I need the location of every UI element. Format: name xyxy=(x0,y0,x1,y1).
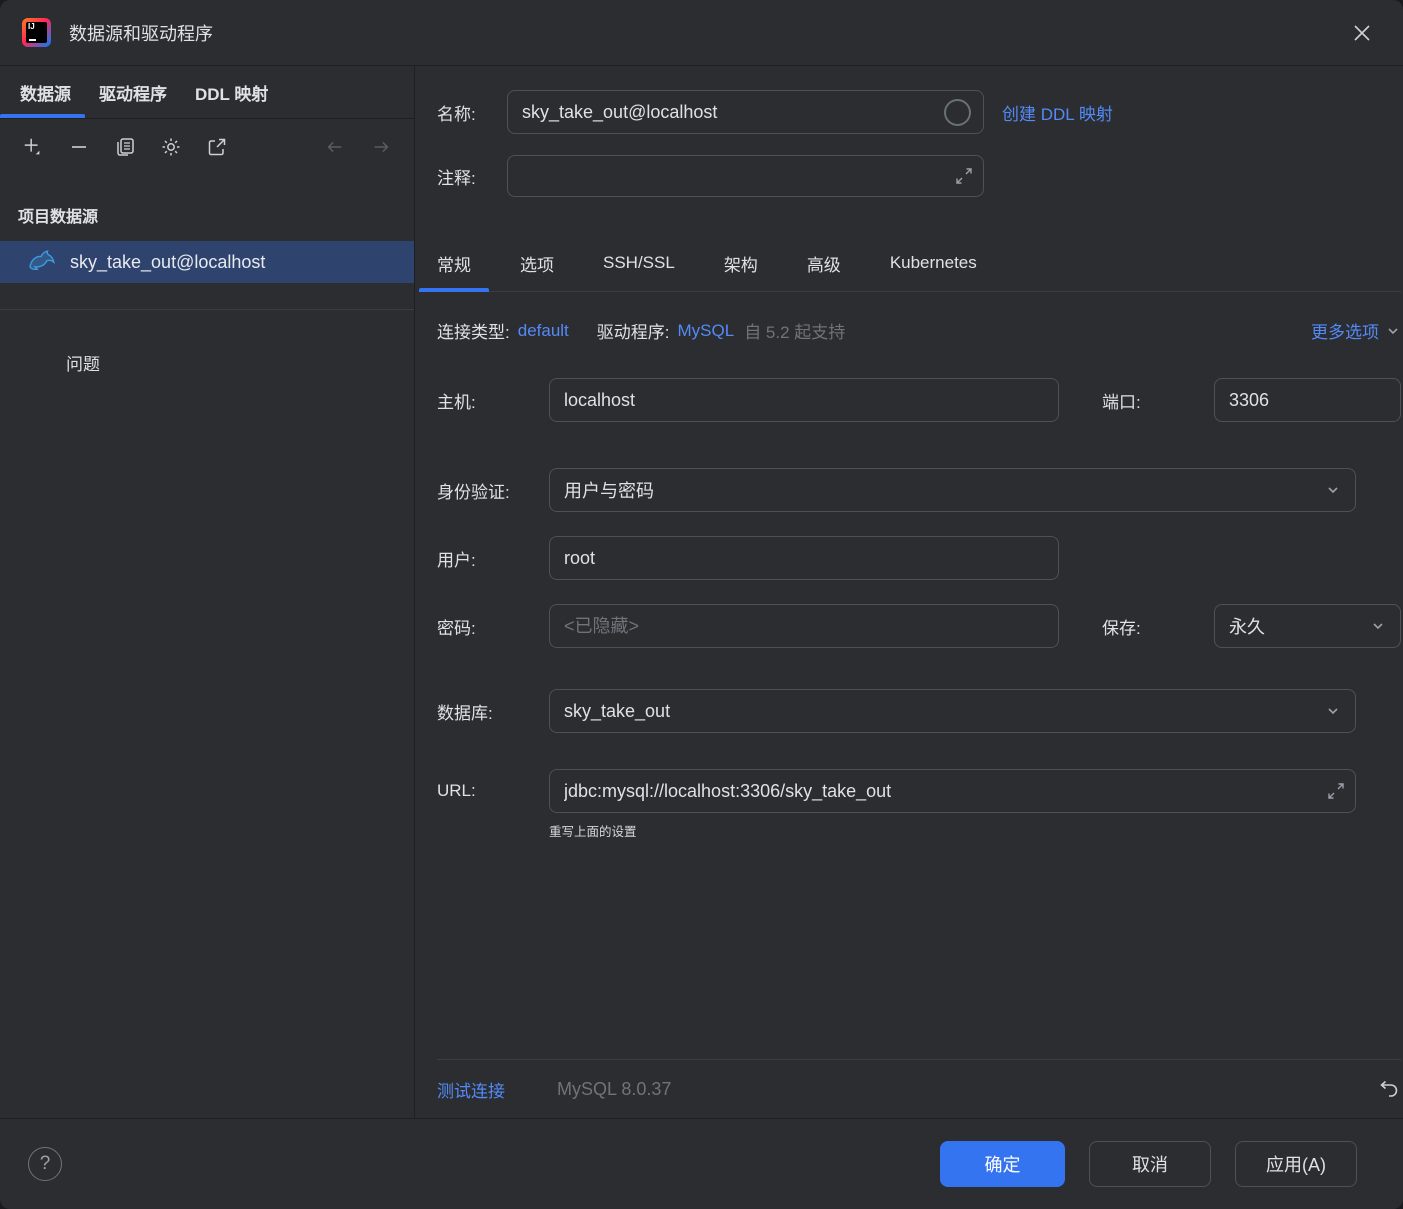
user-input[interactable] xyxy=(550,547,1058,569)
more-options-link[interactable]: 更多选项 xyxy=(1311,318,1401,343)
gear-icon[interactable] xyxy=(160,136,182,158)
footer-buttons: 确定 取消 应用(A) xyxy=(940,1141,1357,1187)
name-input[interactable] xyxy=(508,101,983,123)
save-select[interactable]: 永久 xyxy=(1214,604,1401,648)
tab-ssh-ssl[interactable]: SSH/SSL xyxy=(585,235,693,291)
user-label: 用户: xyxy=(437,550,476,570)
url-label: URL: xyxy=(437,781,476,800)
authentication-select[interactable]: 用户与密码 xyxy=(549,468,1356,512)
tab-advanced[interactable]: 高级 xyxy=(789,235,859,291)
tab-kubernetes[interactable]: Kubernetes xyxy=(872,235,995,291)
tab-drivers[interactable]: 驱动程序 xyxy=(85,66,181,118)
cancel-button[interactable]: 取消 xyxy=(1089,1141,1211,1187)
url-row: URL: xyxy=(437,769,1401,813)
open-in-new-icon[interactable] xyxy=(206,136,228,158)
host-label: 主机: xyxy=(437,392,476,412)
tab-ddl-mappings[interactable]: DDL 映射 xyxy=(181,66,282,118)
url-input[interactable] xyxy=(550,780,1355,802)
dialog-footer: ? 确定 取消 应用(A) xyxy=(0,1118,1403,1209)
intellij-idea-logo-icon: IJ xyxy=(22,18,51,47)
user-row: 用户: xyxy=(437,536,1401,580)
title-bar: IJ 数据源和驱动程序 xyxy=(0,0,1403,66)
connection-type-label: 连接类型: xyxy=(437,323,510,342)
ok-button[interactable]: 确定 xyxy=(940,1141,1065,1187)
chevron-down-icon xyxy=(1325,703,1341,719)
port-input[interactable] xyxy=(1215,389,1400,411)
password-input[interactable] xyxy=(550,615,1058,637)
name-status-ring-icon xyxy=(944,98,971,126)
authentication-label: 身份验证: xyxy=(437,482,510,502)
data-sources-dialog: IJ 数据源和驱动程序 数据源 驱动程序 DDL 映射 项目数据源 sky_ta… xyxy=(0,0,1403,1209)
driver-support-note: 自 5.2 起支持 xyxy=(744,323,846,342)
name-field-box xyxy=(507,90,984,134)
duplicate-icon[interactable] xyxy=(114,136,136,158)
reset-changes-icon[interactable] xyxy=(1377,1077,1401,1101)
chevron-down-icon xyxy=(1325,482,1341,498)
apply-button[interactable]: 应用(A) xyxy=(1235,1141,1357,1187)
authentication-row: 身份验证: 用户与密码 xyxy=(437,468,1401,512)
host-field-box xyxy=(549,378,1059,422)
datasource-name: sky_take_out@localhost xyxy=(70,251,266,272)
forward-arrow-icon[interactable] xyxy=(370,136,392,158)
help-icon[interactable]: ? xyxy=(28,1147,62,1181)
database-select[interactable]: sky_take_out xyxy=(549,689,1356,733)
driver-label: 驱动程序: xyxy=(596,323,670,342)
chevron-down-icon xyxy=(1385,323,1401,339)
left-panel: 数据源 驱动程序 DDL 映射 项目数据源 sky_take_out@local… xyxy=(0,66,415,1118)
problems-section[interactable]: 问题 xyxy=(0,350,414,375)
comment-input[interactable] xyxy=(508,165,983,187)
remove-icon[interactable] xyxy=(68,136,90,158)
add-icon[interactable] xyxy=(22,136,44,158)
comment-row: 注释: xyxy=(437,155,1401,197)
project-datasources-header: 项目数据源 xyxy=(18,209,99,226)
test-connection-row: 测试连接 MySQL 8.0.37 xyxy=(437,1059,1401,1118)
close-icon[interactable] xyxy=(1345,16,1379,50)
name-row: 名称: 创建 DDL 映射 xyxy=(437,90,1401,134)
mysql-dolphin-icon xyxy=(28,247,56,278)
chevron-down-icon xyxy=(1370,618,1386,634)
datasource-list-item-selected[interactable]: sky_take_out@localhost xyxy=(0,241,414,283)
save-label: 保存: xyxy=(1102,618,1141,638)
password-label: 密码: xyxy=(437,618,476,638)
expand-editor-icon[interactable] xyxy=(955,167,973,185)
host-input[interactable] xyxy=(550,389,1058,411)
url-override-hint: 重写上面的设置 xyxy=(549,825,637,839)
port-label: 端口: xyxy=(1102,392,1141,412)
database-row: 数据库: sky_take_out xyxy=(437,689,1401,733)
tab-data-sources[interactable]: 数据源 xyxy=(0,66,85,118)
port-field-box xyxy=(1214,378,1401,422)
settings-tab-bar: 常规 选项 SSH/SSL 架构 高级 Kubernetes xyxy=(419,235,1401,292)
connection-type-row: 连接类型: default 驱动程序: MySQL 自 5.2 起支持 更多选项 xyxy=(437,318,1401,343)
password-save-row: 密码: 保存: 永久 xyxy=(437,604,1401,648)
right-panel: 名称: 创建 DDL 映射 注释: 常规 xyxy=(415,66,1403,1118)
create-ddl-mapping-link[interactable]: 创建 DDL 映射 xyxy=(1002,100,1113,125)
comment-label: 注释: xyxy=(437,168,476,188)
name-label: 名称: xyxy=(437,104,476,124)
comment-field-box xyxy=(507,155,984,197)
tab-options[interactable]: 选项 xyxy=(502,235,572,291)
expand-editor-icon[interactable] xyxy=(1327,782,1345,800)
back-arrow-icon[interactable] xyxy=(324,136,346,158)
url-field-box xyxy=(549,769,1356,813)
tab-schemas[interactable]: 架构 xyxy=(706,235,776,291)
connection-type-value-link[interactable]: default xyxy=(518,321,569,341)
driver-value-link[interactable]: MySQL xyxy=(678,321,735,341)
host-port-row: 主机: 端口: xyxy=(437,378,1401,422)
datasource-toolbar xyxy=(0,119,414,175)
dialog-title: 数据源和驱动程序 xyxy=(69,23,213,44)
dialog-body: 数据源 驱动程序 DDL 映射 项目数据源 sky_take_out@local… xyxy=(0,66,1403,1118)
left-tab-bar: 数据源 驱动程序 DDL 映射 xyxy=(0,66,414,119)
driver-version-text: MySQL 8.0.37 xyxy=(557,1078,672,1099)
left-panel-divider xyxy=(0,309,414,310)
test-connection-link[interactable]: 测试连接 xyxy=(437,1077,505,1102)
tab-general[interactable]: 常规 xyxy=(419,235,489,292)
database-label: 数据库: xyxy=(437,703,493,723)
user-field-box xyxy=(549,536,1059,580)
password-field-box xyxy=(549,604,1059,648)
